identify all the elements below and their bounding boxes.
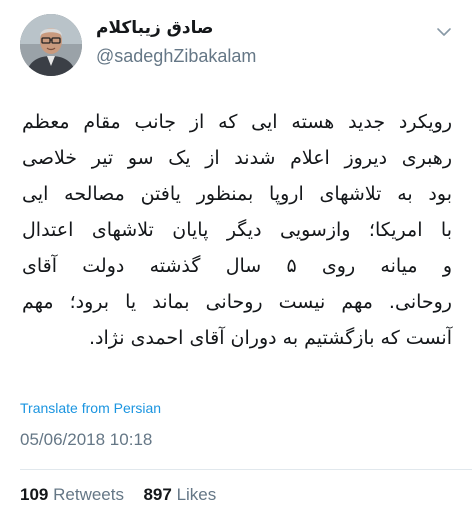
timestamp[interactable]: 05/06/2018 10:18 — [20, 430, 152, 450]
tweet-card: صادق زیباکلام @sadeghZibakalam رویکرد جد… — [0, 0, 472, 520]
tweet-text-line: آنست که بازگشتیم به دوران آقای احمدی نژا… — [89, 327, 452, 349]
tweet-text-line: رهبری دیروز اعلام شدند از یک سو تیر خلاص… — [22, 147, 452, 169]
retweets-stat[interactable]: 109 Retweets — [20, 485, 129, 504]
avatar-image — [20, 14, 82, 76]
tweet-text-line: رویکرد جدید هسته ایی که از جانب مقام معظ… — [22, 111, 452, 133]
divider — [20, 469, 472, 470]
tweet-text: رویکرد جدید هسته ایی که از جانب مقام معظ… — [22, 104, 452, 356]
translate-link[interactable]: Translate from Persian — [20, 400, 161, 416]
engagement-stats: 109 Retweets 897 Likes — [20, 485, 216, 505]
chevron-down-icon[interactable] — [436, 24, 452, 40]
tweet-text-line: با امریکا؛ وازسویی دیگر پایان تلاشهای اع… — [22, 219, 452, 241]
user-handle[interactable]: @sadeghZibakalam — [96, 46, 256, 67]
tweet-text-line: و میانه روی ۵ سال گذشته دولت آقای — [22, 255, 452, 277]
avatar[interactable] — [20, 14, 82, 76]
retweets-label: Retweets — [53, 485, 124, 504]
retweets-count: 109 — [20, 485, 49, 504]
tweet-text-line: بود به تلاشهای اروپا بمنظور یافتن مصالحه… — [22, 183, 452, 205]
display-name[interactable]: صادق زیباکلام — [96, 18, 213, 38]
likes-count: 897 — [143, 485, 172, 504]
tweet-text-line: روحانی. مهم نیست روحانی بماند یا برود؛ م… — [22, 291, 452, 313]
likes-stat[interactable]: 897 Likes — [143, 485, 216, 504]
likes-label: Likes — [176, 485, 217, 504]
